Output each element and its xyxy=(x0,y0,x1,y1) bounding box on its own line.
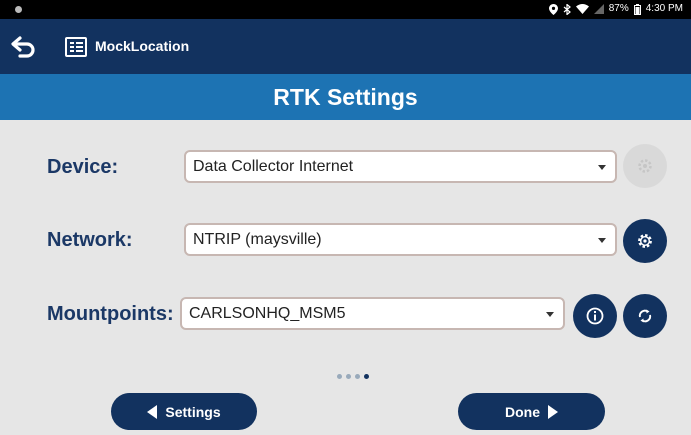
page-dot xyxy=(346,374,351,379)
network-select[interactable]: NTRIP (maysville) xyxy=(184,223,617,256)
settings-button[interactable]: Settings xyxy=(111,393,257,430)
refresh-icon xyxy=(638,309,652,323)
back-button[interactable] xyxy=(10,32,38,60)
mountpoint-refresh-button[interactable] xyxy=(623,294,667,338)
wifi-icon xyxy=(575,4,589,14)
mountpoints-select[interactable]: CARLSONHQ_MSM5 xyxy=(180,297,565,330)
mocklocation-logo-icon xyxy=(65,37,87,57)
done-button-label: Done xyxy=(505,403,540,420)
chevron-down-icon xyxy=(598,165,606,170)
status-bar: 87% 4:30 PM xyxy=(0,0,691,19)
chevron-down-icon xyxy=(598,238,606,243)
device-select[interactable]: Data Collector Internet xyxy=(184,150,617,183)
done-button[interactable]: Done xyxy=(458,393,605,430)
network-settings-button[interactable] xyxy=(623,219,667,263)
network-select-value: NTRIP (maysville) xyxy=(193,231,322,248)
notification-dot-icon xyxy=(15,6,22,13)
device-label: Device: xyxy=(47,156,119,178)
mountpoints-select-value: CARLSONHQ_MSM5 xyxy=(189,305,346,322)
gear-icon xyxy=(638,234,652,248)
location-icon xyxy=(548,3,558,15)
mountpoints-label: Mountpoints: xyxy=(47,303,174,325)
battery-percent: 87% xyxy=(608,3,629,14)
app-bar: MockLocation xyxy=(0,19,691,74)
back-arrow-icon xyxy=(11,36,35,58)
clock: 4:30 PM xyxy=(645,3,683,14)
status-icons: 87% 4:30 PM xyxy=(548,3,683,15)
page-dot-active xyxy=(364,374,369,379)
caret-right-icon xyxy=(548,404,558,419)
info-icon xyxy=(586,307,604,325)
page-title: RTK Settings xyxy=(0,74,691,120)
page-indicator xyxy=(337,374,369,379)
device-select-value: Data Collector Internet xyxy=(193,158,354,175)
caret-left-icon xyxy=(147,404,158,419)
app-title: MockLocation xyxy=(95,38,190,54)
settings-button-label: Settings xyxy=(165,403,221,420)
battery-icon xyxy=(633,3,641,15)
bluetooth-icon xyxy=(563,3,571,15)
device-settings-button[interactable] xyxy=(623,144,667,188)
page-dot xyxy=(337,374,342,379)
gear-icon xyxy=(638,159,652,173)
chevron-down-icon xyxy=(546,312,554,317)
network-label: Network: xyxy=(47,229,133,251)
mountpoint-info-button[interactable] xyxy=(573,294,617,338)
no-signal-icon xyxy=(593,4,604,14)
page-dot xyxy=(355,374,360,379)
